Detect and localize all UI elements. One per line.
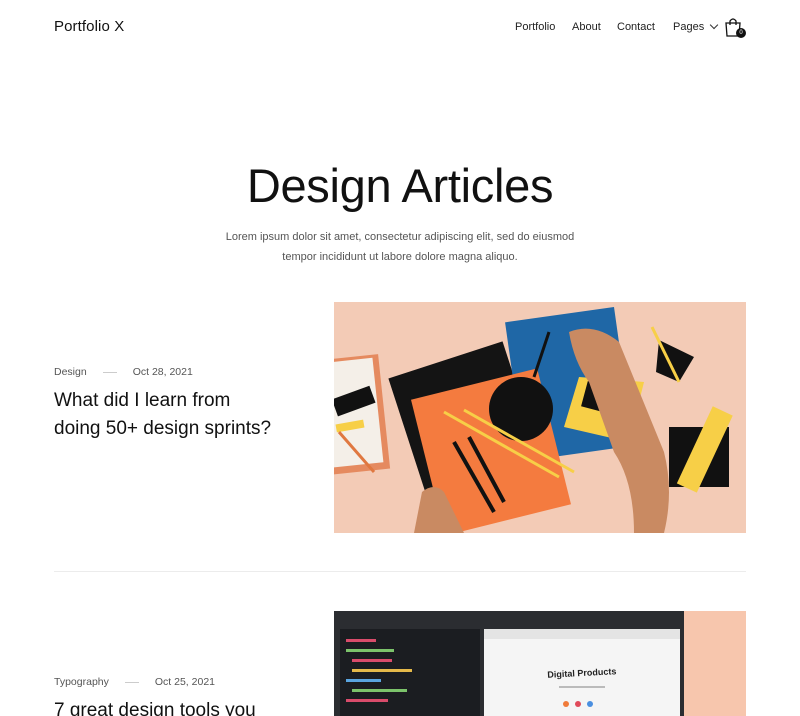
article-title[interactable]: 7 great design tools you — [54, 697, 256, 716]
article-image — [334, 302, 746, 533]
article-category[interactable]: Typography — [54, 676, 109, 688]
page-subtitle: Lorem ipsum dolor sit amet, consectetur … — [200, 227, 600, 267]
cart-button[interactable]: 0 — [724, 17, 746, 39]
cart-count-badge: 0 — [736, 28, 746, 38]
meta-separator — [124, 681, 139, 683]
article-category[interactable]: Design — [54, 366, 87, 378]
nav-pages-label: Pages — [673, 21, 705, 33]
article-title-line: What did I learn from — [54, 390, 231, 411]
site-logo[interactable]: Portfolio X — [54, 18, 124, 35]
article-date: Oct 25, 2021 — [154, 676, 215, 688]
article-thumbnail[interactable] — [334, 302, 746, 533]
site-header: Portfolio X Portfolio About Contact Page… — [0, 0, 800, 56]
article-date: Oct 28, 2021 — [132, 366, 193, 378]
article-title-line: 7 great design tools you — [54, 700, 256, 716]
nav-pages-dropdown[interactable]: Pages — [673, 20, 719, 33]
subtitle-line: Lorem ipsum dolor sit amet, consectetur … — [225, 231, 575, 243]
article-title-line: doing 50+ design sprints? — [54, 418, 272, 439]
nav-about[interactable]: About — [572, 21, 601, 33]
nav-contact[interactable]: Contact — [617, 21, 655, 33]
subtitle-line: tempor incididunt ut labore dolore magna… — [282, 251, 518, 263]
chevron-down-icon — [709, 20, 719, 30]
meta-separator — [102, 371, 117, 373]
article-divider — [54, 571, 746, 572]
nav-portfolio[interactable]: Portfolio — [515, 21, 555, 33]
article-meta: Typography Oct 25, 2021 — [54, 676, 215, 688]
page-title: Design Articles — [246, 159, 554, 212]
article-thumbnail[interactable]: Digital Products — [334, 611, 746, 716]
article-image: Digital Products — [334, 611, 746, 716]
article-meta: Design Oct 28, 2021 — [54, 366, 193, 378]
article-title[interactable]: What did I learn from doing 50+ design s… — [54, 387, 271, 443]
